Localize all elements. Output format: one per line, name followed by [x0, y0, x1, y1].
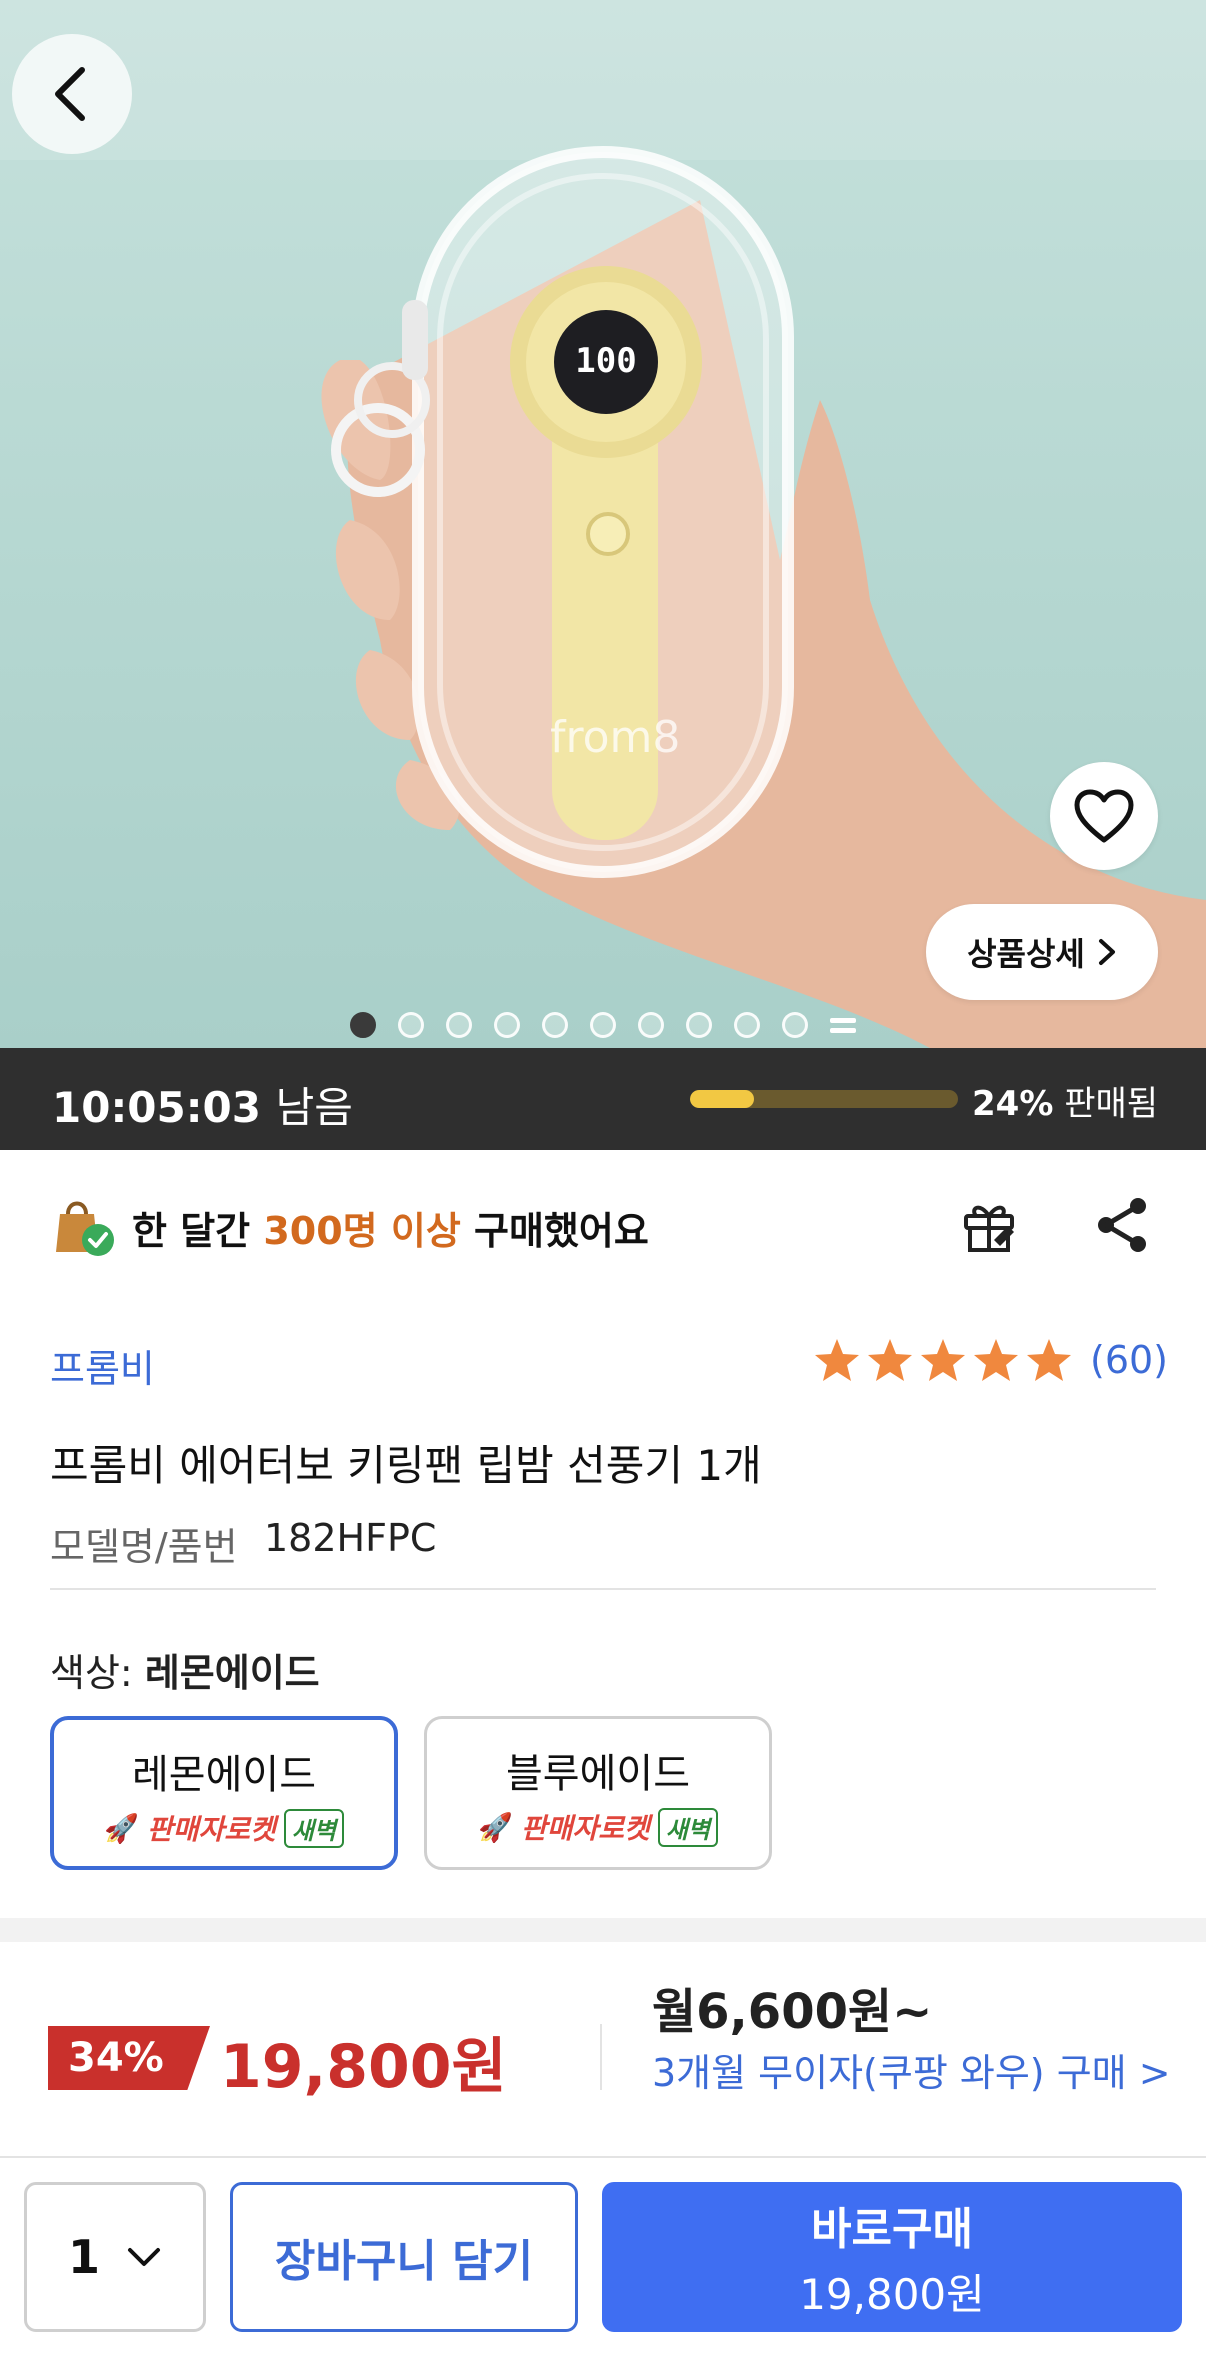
rocket-icon: 🚀: [478, 1810, 513, 1844]
carousel-dot[interactable]: [590, 1012, 616, 1038]
buy-now-price: 19,800원: [799, 2269, 985, 2319]
sold-progress-fill: [690, 1090, 755, 1108]
carousel-dot[interactable]: [446, 1012, 472, 1038]
share-icon[interactable]: [1092, 1194, 1154, 1256]
quantity-select[interactable]: 1: [24, 2182, 206, 2332]
carousel-dot[interactable]: [494, 1012, 520, 1038]
wishlist-button[interactable]: [1050, 762, 1158, 870]
model-value: 182HFPC: [264, 1516, 437, 1560]
product-detail-button[interactable]: 상품상세: [926, 904, 1158, 1000]
star-icon: [1027, 1339, 1071, 1381]
installment-link[interactable]: 3개월 무이자(쿠팡 와우) 구매 >: [652, 2050, 1172, 2096]
countdown-remain-label: 남음: [275, 1083, 353, 1132]
quantity-value: 1: [67, 2230, 100, 2284]
section-separator: [0, 1918, 1206, 1942]
dawn-delivery-badge: 새벽: [657, 1807, 718, 1847]
svg-text:100: 100: [575, 341, 636, 381]
model-label: 모델명/품번: [50, 1525, 238, 1569]
purchase-count-text: 한 달간 300명 이상 구매했어요: [132, 1200, 649, 1255]
sale-price: 19,800원: [220, 2032, 507, 2102]
carousel-dot[interactable]: [782, 1012, 808, 1038]
color-option-lemonade[interactable]: 레몬에이드 🚀 판매자로켓 새벽: [50, 1716, 398, 1870]
carousel-dot[interactable]: [350, 1012, 376, 1038]
product-photo: 100 from8: [321, 146, 1206, 1048]
heart-icon: [1074, 789, 1134, 843]
price-divider: [600, 2024, 602, 2090]
chevron-down-icon: [128, 2248, 160, 2266]
star-icon: [868, 1339, 912, 1381]
product-detail-label: 상품상세: [967, 935, 1085, 973]
star-icon: [974, 1339, 1018, 1381]
countdown-time: 10:05:03: [52, 1083, 261, 1132]
delivery-badge: 🚀 판매자로켓 새벽: [427, 1807, 769, 1847]
brand-link[interactable]: 프롬비: [50, 1338, 155, 1393]
product-title: 프롬비 에어터보 키링팬 립밤 선풍기 1개: [50, 1441, 762, 1490]
buy-now-label: 바로구매: [811, 2203, 973, 2255]
sold-percent: 24%: [972, 1084, 1054, 1124]
product-page: 100 from8 상품상세 10:05:03 남음 24% 판매됨 한 달간 …: [0, 0, 1206, 2357]
sold-progress-bar: [690, 1090, 958, 1108]
carousel-more-icon[interactable]: [830, 1012, 856, 1038]
monthly-price: 월6,600원~: [652, 1984, 933, 2040]
discount-badge: 34%: [48, 2026, 210, 2090]
color-option-name: 블루에이드: [506, 1751, 690, 1797]
buy-now-button[interactable]: 바로구매 19,800원: [602, 2182, 1182, 2332]
chevron-right-icon: [1098, 939, 1115, 965]
purchase-prefix: 한 달간: [132, 1209, 251, 1253]
rocket-icon: 🚀: [104, 1811, 139, 1845]
carousel-dot[interactable]: [734, 1012, 760, 1038]
seller-rocket-label: 판매자로켓: [520, 1812, 650, 1845]
back-button[interactable]: [12, 34, 132, 154]
add-to-cart-button[interactable]: 장바구니 담기: [230, 2182, 578, 2332]
divider: [50, 1588, 1156, 1590]
delivery-badge: 🚀 판매자로켓 새벽: [54, 1808, 394, 1848]
purchase-highlight: 300명 이상: [263, 1209, 461, 1253]
product-image-carousel[interactable]: 100 from8 상품상세: [0, 0, 1206, 1048]
chevron-left-icon: [55, 67, 85, 121]
color-selection-label: 색상: 레몬에이드: [50, 1642, 320, 1697]
star-icon: [921, 1339, 965, 1381]
carousel-dot[interactable]: [638, 1012, 664, 1038]
carousel-dot[interactable]: [398, 1012, 424, 1038]
gift-icon[interactable]: [958, 1194, 1020, 1256]
shopping-bag-icon: [56, 1201, 114, 1256]
color-option-name: 레몬에이드: [132, 1752, 316, 1798]
star-icon: [815, 1339, 859, 1381]
carousel-dot[interactable]: [686, 1012, 712, 1038]
rating-stars: [812, 1336, 1074, 1386]
purchase-suffix: 구매했어요: [474, 1209, 649, 1253]
svg-text:from8: from8: [550, 712, 680, 763]
color-option-blueade[interactable]: 블루에이드 🚀 판매자로켓 새벽: [424, 1716, 772, 1870]
carousel-dot[interactable]: [542, 1012, 568, 1038]
review-count-link[interactable]: (60): [1090, 1338, 1168, 1382]
dawn-delivery-badge: 새벽: [283, 1808, 344, 1848]
sold-label: 판매됨: [1064, 1084, 1159, 1124]
color-label: 색상:: [50, 1651, 133, 1695]
seller-rocket-label: 판매자로켓: [146, 1813, 276, 1846]
countdown: 10:05:03 남음: [52, 1074, 353, 1135]
sold-status: 24% 판매됨: [972, 1076, 1158, 1125]
carousel-indicator: [350, 1012, 856, 1038]
color-selected-value: 레몬에이드: [144, 1651, 320, 1695]
